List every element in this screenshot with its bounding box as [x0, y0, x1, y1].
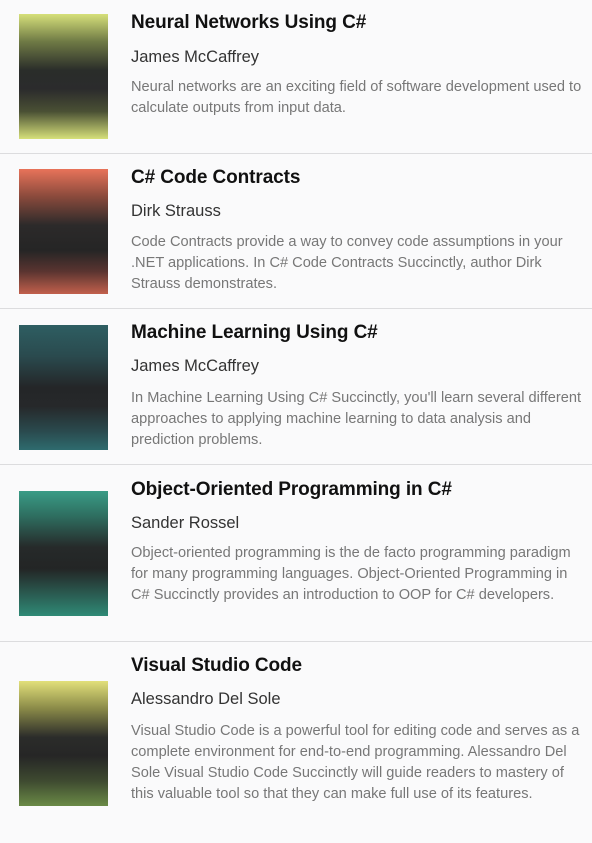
book-title[interactable]: Neural Networks Using C#	[131, 12, 366, 34]
book-description: Visual Studio Code is a powerful tool fo…	[131, 723, 580, 802]
book-cover-image[interactable]	[19, 169, 108, 294]
book-item[interactable]: Neural Networks Using C# James McCaffrey…	[0, 0, 592, 154]
book-item[interactable]: C# Code Contracts Dirk Strauss Code Cont…	[0, 154, 592, 309]
book-cover-image[interactable]	[19, 325, 108, 450]
book-author: Sander Rossel	[131, 514, 240, 532]
book-cover-image[interactable]	[19, 14, 108, 139]
book-title[interactable]: Visual Studio Code	[131, 655, 302, 677]
book-author: Dirk Strauss	[131, 202, 221, 220]
book-author: James McCaffrey	[131, 357, 260, 375]
book-item[interactable]: Visual Studio Code Alessandro Del Sole V…	[0, 642, 592, 843]
book-author: Alessandro Del Sole	[131, 690, 281, 708]
book-title[interactable]: Object-Oriented Programming in C#	[131, 479, 452, 501]
book-item[interactable]: Machine Learning Using C# James McCaffre…	[0, 309, 592, 465]
book-title[interactable]: C# Code Contracts	[131, 167, 300, 189]
book-description: Neural networks are an exciting field of…	[131, 79, 582, 116]
book-description: Code Contracts provide a way to convey c…	[131, 234, 563, 292]
book-cover-image[interactable]	[19, 491, 108, 616]
book-title[interactable]: Machine Learning Using C#	[131, 322, 378, 344]
book-description: In Machine Learning Using C# Succinctly,…	[131, 390, 582, 448]
book-list: Neural Networks Using C# James McCaffrey…	[0, 0, 592, 843]
book-description: Object-oriented programming is the de fa…	[131, 545, 571, 603]
book-author: James McCaffrey	[131, 48, 260, 66]
book-cover-image[interactable]	[19, 681, 108, 806]
book-item[interactable]: Object-Oriented Programming in C# Sander…	[0, 465, 592, 642]
